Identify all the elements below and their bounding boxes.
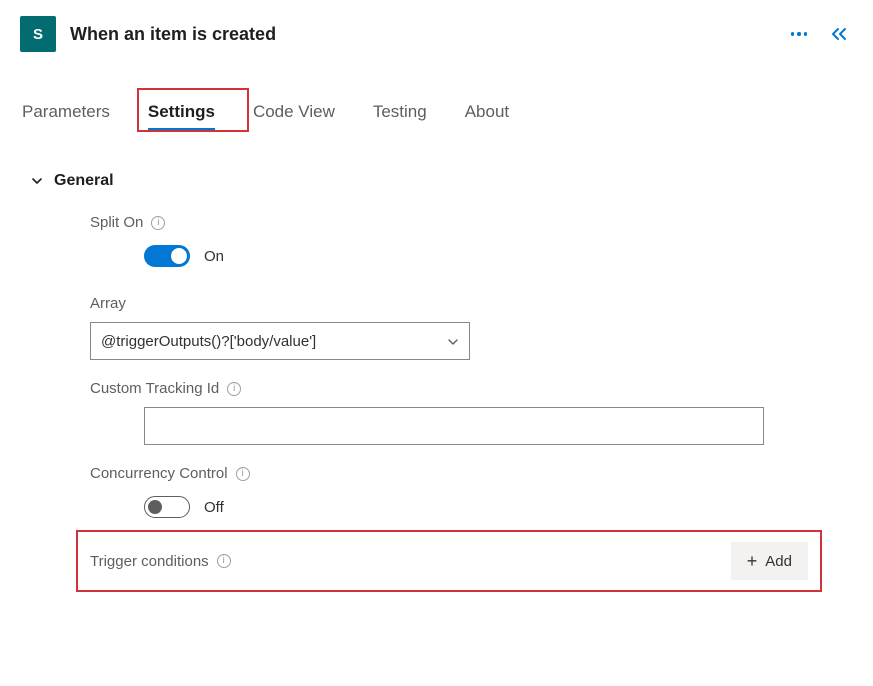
sharepoint-icon-letter: S [33, 26, 43, 43]
concurrency-state: Off [204, 499, 224, 516]
tab-testing[interactable]: Testing [373, 96, 427, 132]
array-label: Array [90, 295, 853, 312]
info-icon[interactable]: i [227, 382, 241, 396]
split-on-label: Split On i [90, 214, 853, 231]
custom-tracking-input[interactable] [144, 407, 764, 445]
concurrency-toggle[interactable] [144, 496, 190, 518]
array-dropdown-value: @triggerOutputs()?['body/value'] [101, 333, 316, 350]
card-title: When an item is created [70, 24, 276, 45]
tab-code-view[interactable]: Code View [253, 96, 335, 132]
info-icon[interactable]: i [151, 216, 165, 230]
sharepoint-icon: S [20, 16, 56, 52]
section-title: General [54, 172, 114, 190]
chevron-down-icon [447, 335, 459, 347]
plus-icon: + [747, 552, 758, 570]
annotation-highlight-settings [137, 88, 249, 132]
tab-about[interactable]: About [465, 96, 509, 132]
split-on-state: On [204, 248, 224, 265]
collapse-panel-button[interactable] [825, 20, 853, 48]
array-dropdown[interactable]: @triggerOutputs()?['body/value'] [90, 322, 470, 360]
concurrency-label: Concurrency Control i [90, 465, 853, 482]
tab-parameters[interactable]: Parameters [22, 96, 110, 132]
info-icon[interactable]: i [236, 467, 250, 481]
section-toggle-general[interactable]: General [30, 172, 853, 190]
split-on-toggle[interactable] [144, 245, 190, 267]
more-options-button[interactable] [785, 20, 813, 48]
chevron-down-icon [30, 174, 44, 188]
info-icon[interactable]: i [217, 554, 231, 568]
tab-strip: Parameters Settings Code View Testing Ab… [20, 96, 853, 132]
trigger-conditions-label: Trigger conditions i [90, 553, 231, 570]
add-button-label: Add [765, 553, 792, 570]
custom-tracking-label: Custom Tracking Id i [90, 380, 853, 397]
add-trigger-condition-button[interactable]: + Add [731, 542, 808, 580]
card-header: S When an item is created [20, 14, 853, 54]
